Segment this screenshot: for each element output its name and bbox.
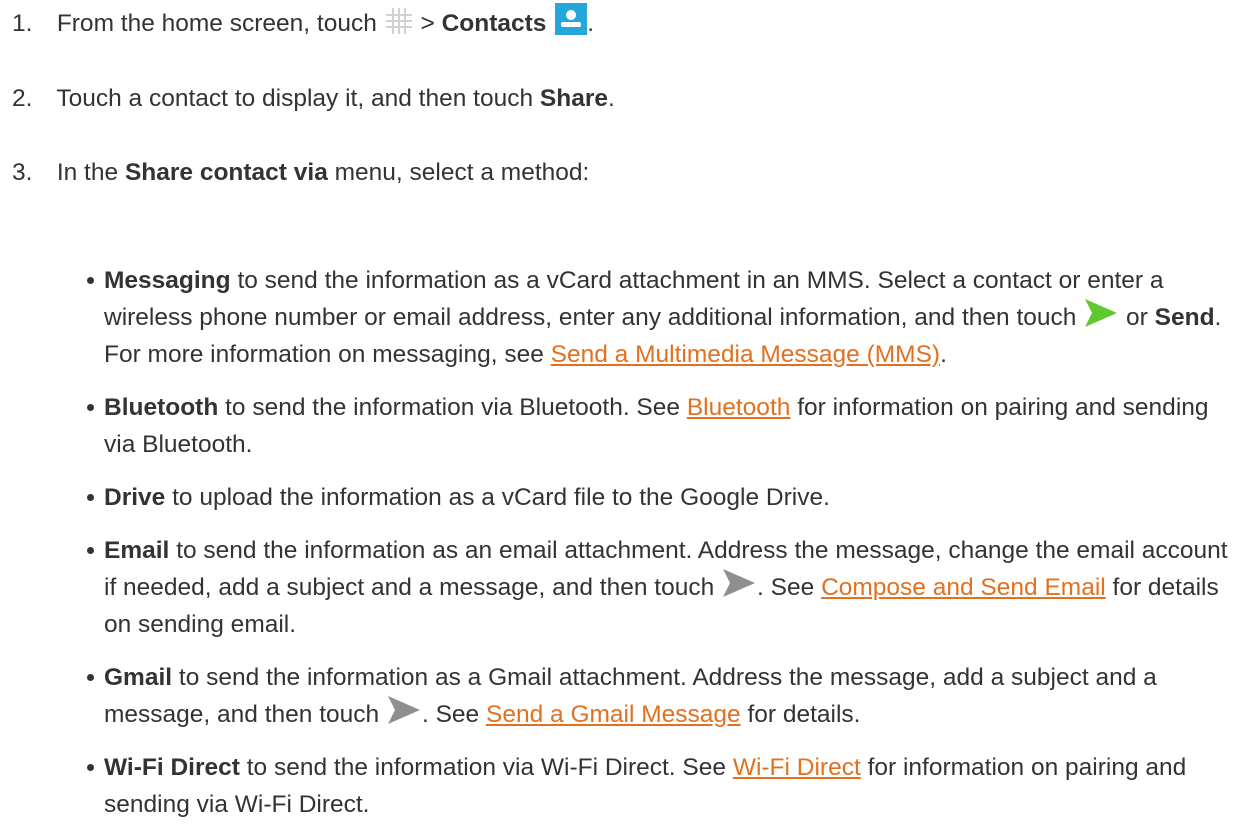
item-end: . xyxy=(940,341,947,368)
contacts-icon xyxy=(555,2,588,35)
item-title: Gmail xyxy=(104,664,173,691)
step-1: 1. From the home screen, touch > Contact… xyxy=(0,2,595,42)
instructions-page: 1. From the home screen, touch > Contact… xyxy=(0,0,1249,839)
item-title: Messaging xyxy=(104,267,231,294)
step-text: From the home screen, touch xyxy=(56,10,377,37)
list-item-bluetooth: Bluetooth to send the information via Bl… xyxy=(87,389,1234,463)
list-item-email: Email to send the information as an emai… xyxy=(87,532,1234,643)
list-item-wifi-direct: Wi-Fi Direct to send the information via… xyxy=(87,749,1234,823)
item-bold: Send xyxy=(1154,304,1215,331)
item-text-or: or xyxy=(1126,304,1148,331)
item-title: Email xyxy=(104,537,170,564)
step-number: 1. xyxy=(12,10,33,37)
step-bold: Share contact via xyxy=(124,159,328,186)
item-text: . See xyxy=(757,574,815,601)
item-text: . See xyxy=(421,701,480,728)
link-send-mms[interactable]: Send a Multimedia Message (MMS) xyxy=(551,341,940,368)
step-bold: Contacts xyxy=(441,10,547,37)
list-item-gmail: Gmail to send the information as a Gmail… xyxy=(87,659,1234,733)
step-end: . xyxy=(587,10,595,37)
step-text: In the xyxy=(56,159,119,186)
send-arrow-icon xyxy=(1085,298,1118,327)
step-bold: Share xyxy=(539,85,608,112)
step-text: Touch a contact to display it, and then … xyxy=(56,85,534,112)
bullet-dot xyxy=(87,674,94,681)
link-bluetooth[interactable]: Bluetooth xyxy=(687,394,791,421)
send-icon xyxy=(387,695,420,724)
step-end: . xyxy=(607,85,615,112)
item-text: for details. xyxy=(747,701,861,728)
send-icon xyxy=(723,568,756,597)
item-text: to send the information via Wi-Fi Direct… xyxy=(246,754,727,781)
item-text: to send the information as a vCard attac… xyxy=(104,267,1164,331)
step-separator: > xyxy=(420,10,435,37)
step-2: 2. Touch a contact to display it, and th… xyxy=(0,81,615,117)
share-methods-list: Messaging to send the information as a v… xyxy=(87,262,1234,839)
item-title: Wi-Fi Direct xyxy=(104,754,240,781)
step-3: 3. In the Share contact via menu, select… xyxy=(0,155,589,191)
item-text: to send the information via Bluetooth. S… xyxy=(225,394,681,421)
bullet-dot xyxy=(87,494,94,501)
bullet-dot xyxy=(87,547,94,554)
bullet-dot xyxy=(87,764,94,771)
bullet-dot xyxy=(87,277,94,284)
item-title: Drive xyxy=(104,484,166,511)
step-number: 3. xyxy=(12,159,33,186)
link-compose-send-email[interactable]: Compose and Send Email xyxy=(821,574,1106,601)
list-item-drive: Drive to upload the information as a vCa… xyxy=(87,479,1234,516)
apps-grid-icon xyxy=(385,7,412,34)
bullet-dot xyxy=(87,404,94,411)
item-text: to upload the information as a vCard fil… xyxy=(172,484,830,511)
link-wifi-direct[interactable]: Wi-Fi Direct xyxy=(733,754,861,781)
step-number: 2. xyxy=(12,85,33,112)
step-end: menu, select a method: xyxy=(334,159,590,186)
item-title: Bluetooth xyxy=(104,394,219,421)
link-send-gmail[interactable]: Send a Gmail Message xyxy=(486,701,741,728)
list-item-messaging: Messaging to send the information as a v… xyxy=(87,262,1234,373)
